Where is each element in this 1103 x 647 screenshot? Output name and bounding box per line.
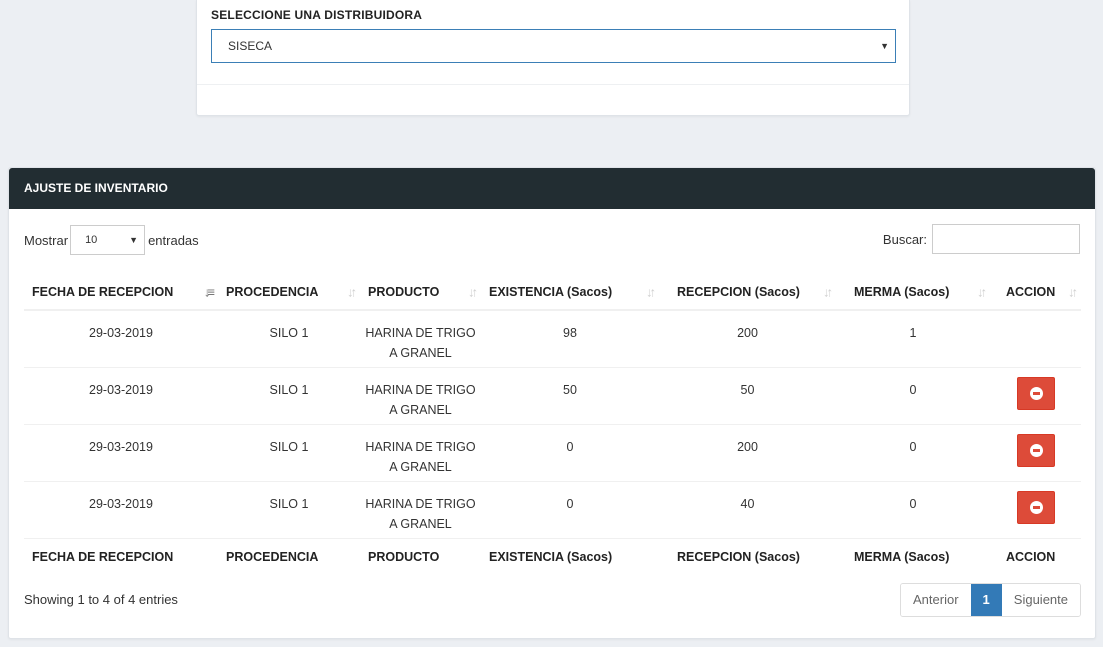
- cell-producto: HARINA DE TRIGO A GRANEL: [360, 366, 481, 424]
- col-header-accion[interactable]: ACCION ↓↑: [990, 275, 1081, 311]
- minus-circle-icon: [1029, 386, 1043, 400]
- minus-circle-icon: [1029, 443, 1043, 457]
- footer-col-accion: ACCION: [990, 537, 1081, 576]
- inventory-box: AJUSTE DE INVENTARIO Mostrar 10 ▼ entrad…: [8, 167, 1096, 639]
- cell-recepcion: 40: [659, 480, 836, 538]
- footer-col-merma: MERMA (Sacos): [836, 537, 990, 576]
- cell-fecha: 29-03-2019: [89, 326, 153, 340]
- delete-button[interactable]: [1016, 433, 1055, 467]
- col-header-producto[interactable]: PRODUCTO ↓↑: [360, 275, 481, 311]
- cell-merma: 1: [909, 326, 917, 340]
- table-header-row: FECHA DE RECEPCION ↓≡ PROCEDENCIA ↓↑ PRODU…: [24, 275, 1081, 311]
- sort-icon: ↓↑: [347, 284, 357, 300]
- distributor-label: SELECCIONE UNA DISTRIBUIDORA: [211, 8, 423, 22]
- footer-col-existencia: EXISTENCIA (Sacos): [481, 537, 659, 576]
- cell-existencia: 0: [481, 423, 659, 481]
- col-header-recepcion[interactable]: RECEPCION (Sacos) ↓↑: [659, 275, 836, 311]
- search-control: Buscar:: [883, 224, 1080, 254]
- delete-button[interactable]: [1016, 376, 1055, 410]
- cell-accion: [990, 480, 1081, 538]
- col-header-existencia[interactable]: EXISTENCIA (Sacos) ↓↑: [481, 275, 659, 311]
- entries-length-select[interactable]: 10 ▼: [70, 225, 146, 255]
- prev-page-button[interactable]: Anterior: [901, 584, 971, 616]
- table-footer-row: FECHA DE RECEPCION PROCEDENCIA PRODUCTO …: [24, 537, 1081, 576]
- cell-existencia: 98: [563, 326, 577, 340]
- table-row: 29-03-2019 SILO 1 HARINA DE TRIGO A GRANE…: [24, 423, 1081, 481]
- table-row: 29-03-2019 SILO 1 HARINA DE TRIGO A GRANE…: [24, 310, 1081, 367]
- cell-accion: [990, 366, 1081, 424]
- cell-procedencia: SILO 1: [269, 326, 309, 340]
- footer-col-fecha: FECHA DE RECEPCION: [24, 537, 218, 576]
- distributor-select-value: SISECA: [228, 39, 273, 53]
- cell-procedencia: SILO 1: [218, 480, 360, 538]
- distributor-panel: SELECCIONE UNA DISTRIBUIDORA SISECA ▼: [196, 0, 910, 116]
- sort-icon: ↓↑: [646, 284, 656, 300]
- cell-merma: 0: [836, 480, 990, 538]
- cell-merma: 0: [836, 423, 990, 481]
- cell-recepcion: 50: [659, 366, 836, 424]
- cell-existencia: 50: [481, 366, 659, 424]
- cell-producto: HARINA DE TRIGO A GRANEL: [365, 326, 476, 360]
- footer-col-procedencia: PROCEDENCIA: [218, 537, 360, 576]
- table-info: Showing 1 to 4 of 4 entries: [24, 592, 178, 607]
- pagination: Anterior 1 Siguiente: [900, 583, 1081, 617]
- next-page-button[interactable]: Siguiente: [1001, 584, 1080, 616]
- box-title: AJUSTE DE INVENTARIO: [9, 168, 1095, 209]
- divider: [197, 84, 909, 85]
- cell-fecha: 29-03-2019: [24, 480, 218, 538]
- sort-icon: ↓↑: [468, 284, 478, 300]
- sort-desc-icon: ↓≡: [203, 284, 215, 300]
- cell-producto: HARINA DE TRIGO A GRANEL: [360, 423, 481, 481]
- footer-col-recepcion: RECEPCION (Sacos): [659, 537, 836, 576]
- cell-producto: HARINA DE TRIGO A GRANEL: [360, 480, 481, 538]
- cell-existencia: 0: [481, 480, 659, 538]
- sort-icon: ↓↑: [977, 284, 987, 300]
- length-prefix: Mostrar: [24, 232, 69, 248]
- cell-recepcion: 200: [737, 326, 758, 340]
- table-row: 29-03-2019 SILO 1 HARINA DE TRIGO A GRANE…: [24, 366, 1081, 424]
- caret-down-icon: ▼: [880, 41, 889, 51]
- caret-down-icon: ▼: [129, 235, 139, 245]
- cell-merma: 0: [836, 366, 990, 424]
- cell-procedencia: SILO 1: [218, 366, 360, 424]
- length-select-value: 10: [85, 234, 98, 246]
- cell-accion: [990, 423, 1081, 481]
- cell-recepcion: 200: [659, 423, 836, 481]
- cell-accion: [990, 310, 1081, 367]
- col-header-fecha[interactable]: FECHA DE RECEPCION ↓≡: [24, 275, 218, 311]
- length-suffix: entradas: [148, 232, 199, 248]
- sort-icon: ↓↑: [823, 284, 833, 300]
- search-input[interactable]: [932, 224, 1080, 254]
- col-header-merma[interactable]: MERMA (Sacos) ↓↑: [836, 275, 990, 311]
- distributor-select[interactable]: SISECA ▼: [211, 29, 896, 63]
- cell-fecha: 29-03-2019: [24, 423, 218, 481]
- table-row: 29-03-2019 SILO 1 HARINA DE TRIGO A GRANE…: [24, 480, 1081, 538]
- delete-button[interactable]: [1016, 490, 1055, 524]
- inventory-table: FECHA DE RECEPCION ↓≡ PROCEDENCIA ↓↑ PRODU…: [24, 275, 1081, 576]
- search-label: Buscar:: [882, 231, 927, 247]
- footer-col-producto: PRODUCTO: [360, 537, 481, 576]
- cell-fecha: 29-03-2019: [24, 366, 218, 424]
- cell-procedencia: SILO 1: [218, 423, 360, 481]
- minus-circle-icon: [1029, 500, 1043, 514]
- entries-length-control: Mostrar 10 ▼ entradas: [24, 225, 199, 255]
- col-header-procedencia[interactable]: PROCEDENCIA ↓↑: [218, 275, 360, 311]
- page-button-1[interactable]: 1: [970, 584, 1002, 616]
- sort-icon: ↓↑: [1068, 284, 1078, 300]
